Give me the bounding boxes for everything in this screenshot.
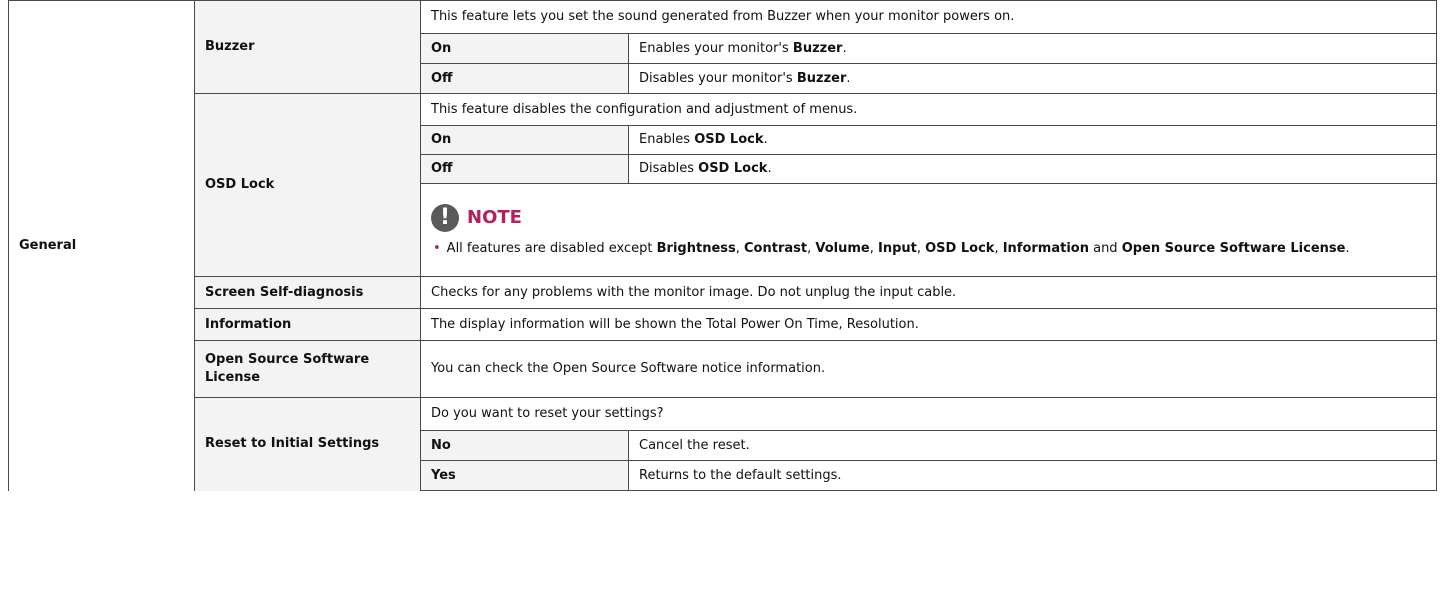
osd-lock-off-label: Off [420,154,629,184]
open-source-description: You can check the Open Source Software n… [420,340,1437,398]
open-source-label: Open Source Software License [194,340,421,398]
buzzer-off-label: Off [420,63,629,94]
reset-no-desc: Cancel the reset. [628,430,1437,461]
osd-lock-on-desc: Enables OSD Lock. [628,125,1437,155]
osd-lock-off-desc: Disables OSD Lock. [628,154,1437,184]
reset-yes-desc: Returns to the default settings. [628,460,1437,491]
self-diagnosis-row: Screen Self-diagnosis Checks for any pro… [9,276,1437,309]
reset-yes-label: Yes [420,460,629,491]
buzzer-on-desc: Enables your monitor's Buzzer. [628,33,1437,64]
reset-description: Do you want to reset your settings? [420,397,1437,431]
buzzer-description-row: General Buzzer This feature lets you set… [8,0,1437,491]
osd-lock-label: OSD Lock [194,93,421,277]
note-body: • All features are disabled except Bright… [433,241,1350,256]
osd-lock-on-label: On [420,125,629,155]
bullet-icon: • [433,241,441,256]
self-diagnosis-label: Screen Self-diagnosis [194,276,421,309]
information-label: Information [194,308,421,341]
buzzer-off-desc: Disables your monitor's Buzzer. [628,63,1437,94]
information-description: The display information will be shown th… [420,308,1437,341]
reset-label: Reset to Initial Settings [194,397,421,491]
manual-page: General Buzzer This feature lets you set… [0,0,1446,605]
category-general: General [8,0,195,491]
reset-description-row: Reset to Initial Settings Do you want to… [9,397,1437,491]
osd-lock-description-row: OSD Lock This feature disables the confi… [9,93,1437,277]
settings-table: General Buzzer This feature lets you set… [8,0,1437,491]
information-row: Information The display information will… [9,308,1437,341]
note-header: ! NOTE [431,204,1426,232]
buzzer-description: This feature lets you set the sound gene… [420,0,1437,34]
exclamation-icon: ! [431,204,459,232]
open-source-row: Open Source Software License You can che… [9,340,1437,398]
reset-no-label: No [420,430,629,461]
buzzer-on-label: On [420,33,629,64]
note-title: NOTE [467,207,522,228]
osd-lock-note: ! NOTE • All features are disabled except… [420,183,1437,277]
self-diagnosis-description: Checks for any problems with the monitor… [420,276,1437,309]
buzzer-label: Buzzer [194,0,421,94]
osd-lock-description: This feature disables the configuration … [420,93,1437,126]
